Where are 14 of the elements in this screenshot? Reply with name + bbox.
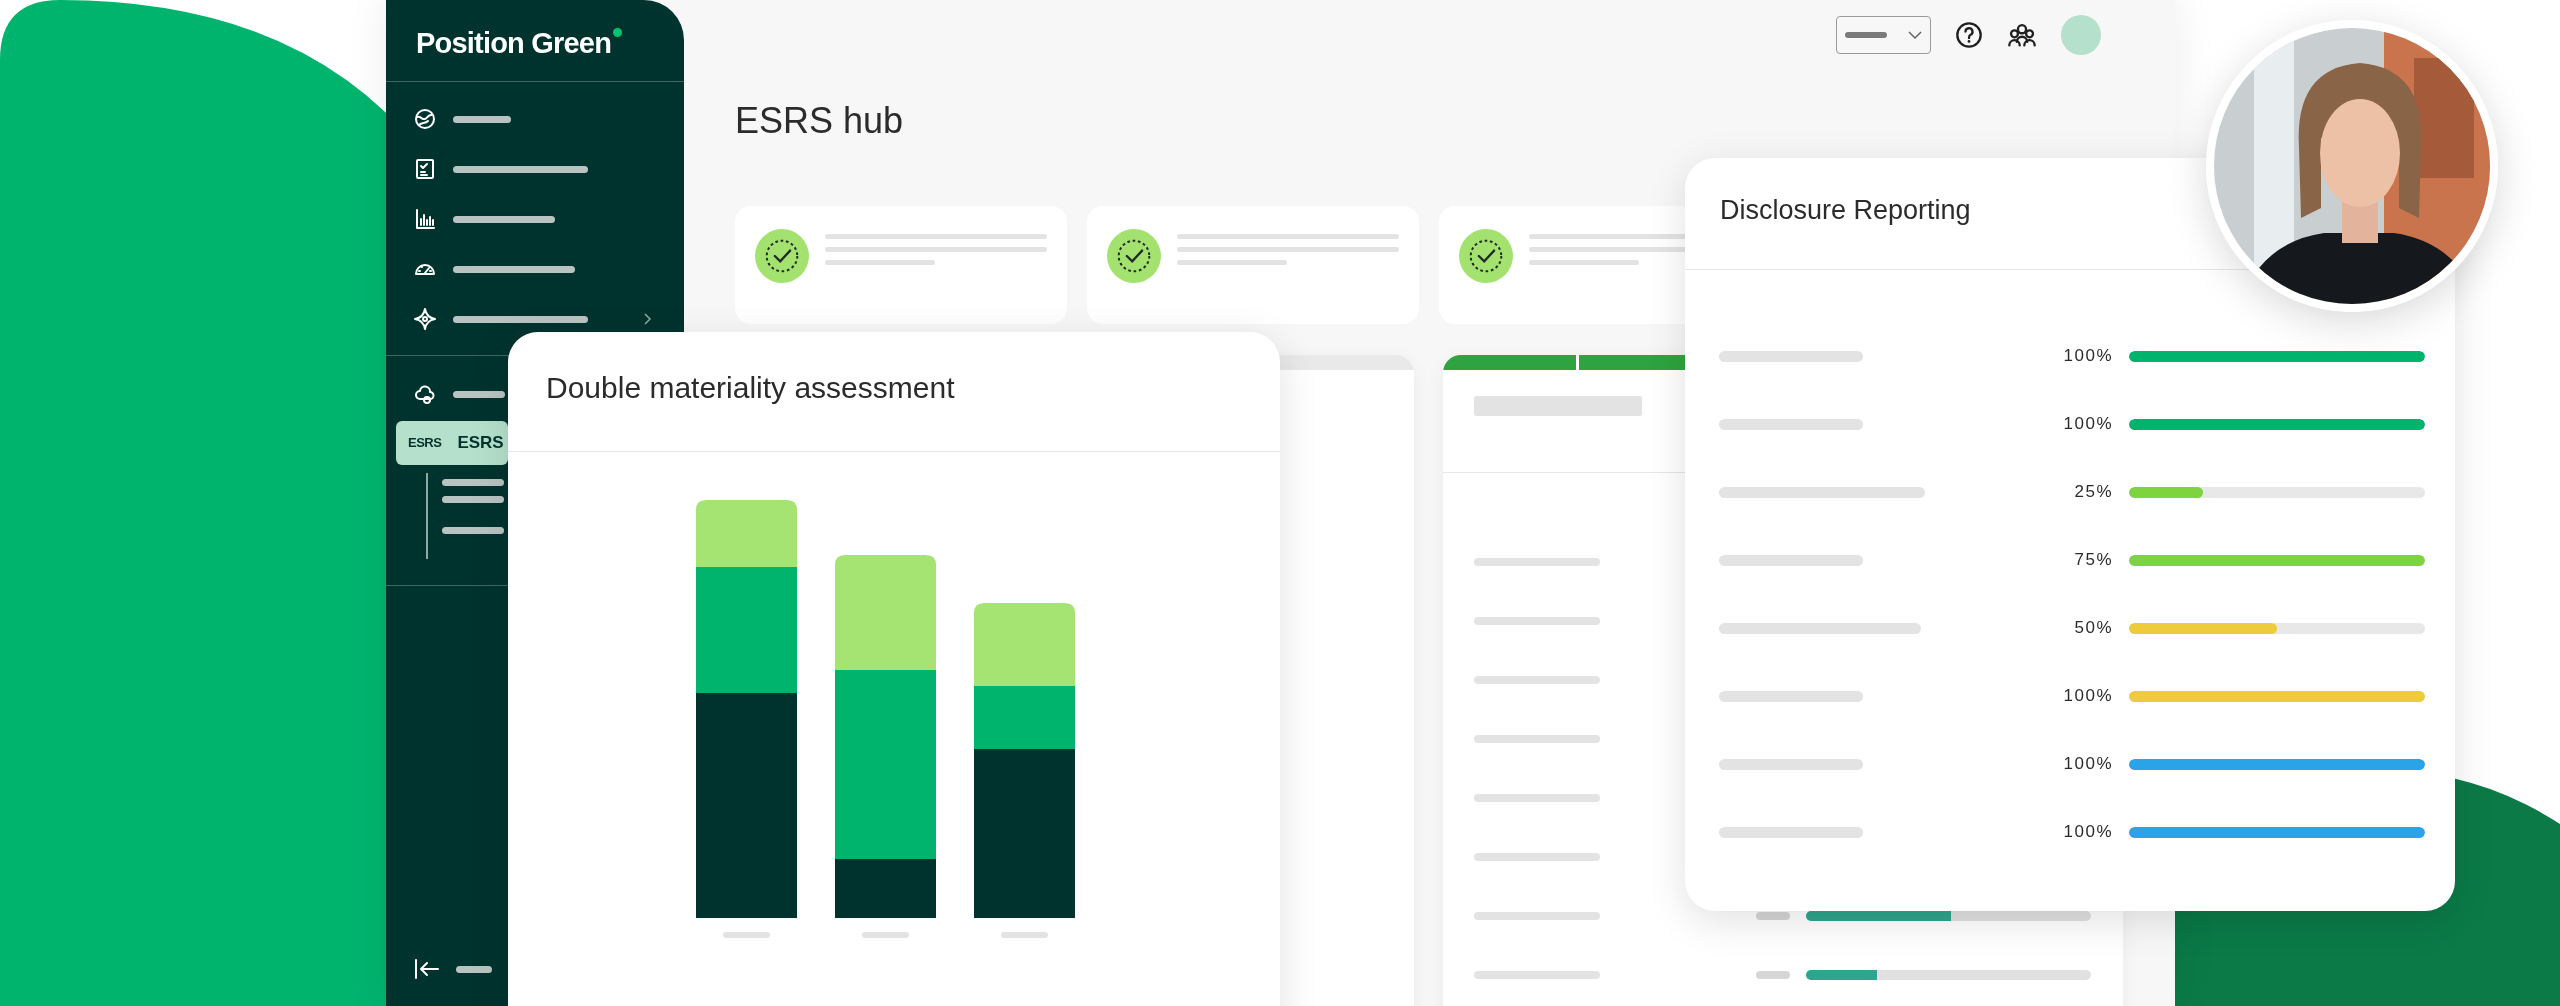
logo: Position Green	[416, 27, 612, 59]
percent-label: 100%	[2062, 821, 2113, 844]
percent-label: 50%	[2073, 617, 2113, 640]
sidebar-item[interactable]: ESRS ESRS	[396, 421, 508, 465]
abbreviation-label: ESRS	[408, 434, 442, 453]
percent-label: 100%	[2062, 685, 2113, 708]
page-title: ESRS hub	[735, 99, 905, 143]
card-title: Disclosure Reporting	[1720, 194, 1972, 227]
percent-label: 100%	[2062, 345, 2113, 368]
percent-label: 75%	[2073, 549, 2113, 572]
percent-label: 25%	[2073, 481, 2113, 504]
percent-label: 100%	[2062, 413, 2113, 436]
card-title: Double materiality assessment	[546, 370, 956, 406]
percent-label: 100%	[2062, 753, 2113, 776]
